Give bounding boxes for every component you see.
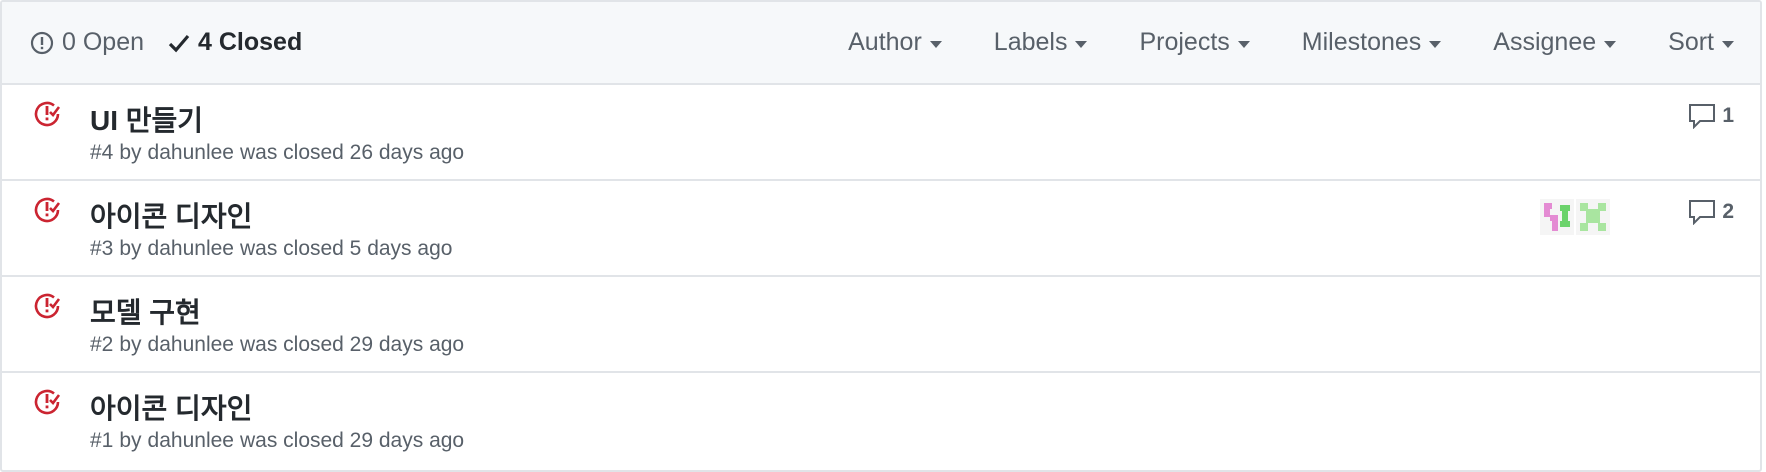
comment-count: 1: [1722, 104, 1734, 127]
issue-meta: #2 by dahunlee was closed 29 days ago: [90, 333, 470, 357]
issue-meta: #4 by dahunlee was closed 26 days ago: [90, 141, 470, 165]
issue-number: #3: [90, 237, 114, 260]
check-icon: [168, 34, 190, 52]
issue-closed-text: was closed 29 days ago: [239, 429, 465, 452]
issue-closed-text: was closed 29 days ago: [239, 333, 465, 356]
assignee-filter-label: Assignee: [1493, 28, 1597, 56]
issue-title-link[interactable]: 아이콘 디자인: [90, 387, 252, 427]
projects-filter[interactable]: Projects: [1139, 28, 1250, 57]
issues-list-header: 0 Open 4 Closed Author Labels Projects M…: [2, 2, 1760, 85]
author-filter-label: Author: [848, 28, 922, 56]
issue-number: #4: [90, 141, 114, 164]
issue-closed-text: was closed 5 days ago: [239, 237, 453, 260]
closed-count-label: 4 Closed: [198, 28, 303, 56]
issue-closed-text: was closed 26 days ago: [239, 141, 465, 164]
state-toggle-group: 0 Open 4 Closed: [30, 28, 302, 57]
issue-meta: #1 by dahunlee was closed 29 days ago: [90, 429, 470, 453]
sort-filter[interactable]: Sort: [1668, 28, 1734, 57]
issue-row[interactable]: 아이콘 디자인 #1 by dahunlee was closed 29 days a…: [2, 373, 1760, 469]
issue-row[interactable]: UI 만들기 #4 by dahunlee was closed 26 days ag…: [2, 85, 1760, 181]
issue-row[interactable]: 모델 구현 #2 by dahunlee was closed 29 days ago: [2, 277, 1760, 373]
issue-author-link[interactable]: dahunlee: [148, 237, 234, 260]
caret-down-icon: [929, 40, 942, 48]
filter-bar: Author Labels Projects Milestones Assign…: [848, 28, 1734, 57]
author-filter[interactable]: Author: [848, 28, 942, 57]
issue-title-link[interactable]: 모델 구현: [90, 291, 201, 331]
issue-closed-icon: [34, 389, 61, 415]
issue-by-text: by: [119, 333, 142, 356]
sort-filter-label: Sort: [1668, 28, 1714, 56]
issue-row[interactable]: 아이콘 디자인 #3 by dahunlee was closed 5 days ag…: [2, 181, 1760, 277]
caret-down-icon: [1237, 40, 1250, 48]
issue-closed-icon: [34, 293, 61, 319]
milestones-filter-label: Milestones: [1301, 28, 1422, 56]
issue-comments-link[interactable]: 2: [1688, 199, 1734, 225]
closed-issues-tab[interactable]: 4 Closed: [168, 28, 302, 57]
milestones-filter[interactable]: Milestones: [1302, 28, 1442, 57]
issue-title-link[interactable]: 아이콘 디자인: [90, 195, 252, 235]
assignee-filter[interactable]: Assignee: [1493, 28, 1617, 57]
issue-comments-link[interactable]: 1: [1688, 103, 1734, 129]
issue-closed-icon: [34, 197, 61, 223]
open-issues-tab[interactable]: 0 Open: [30, 28, 144, 57]
caret-down-icon: [1075, 40, 1088, 48]
issue-opened-icon: [30, 31, 54, 54]
issue-closed-icon: [34, 101, 61, 127]
issue-author-link[interactable]: dahunlee: [148, 141, 234, 164]
open-count-label: 0 Open: [62, 28, 145, 56]
issue-number: #1: [90, 429, 114, 452]
comment-count: 2: [1722, 200, 1734, 223]
issue-title-link[interactable]: UI 만들기: [90, 99, 203, 139]
caret-down-icon: [1722, 40, 1734, 48]
issue-author-link[interactable]: dahunlee: [148, 429, 234, 452]
issue-by-text: by: [119, 429, 142, 452]
caret-down-icon: [1429, 40, 1442, 48]
issues-list-container: 0 Open 4 Closed Author Labels Projects M…: [0, 0, 1762, 472]
issue-meta: #3 by dahunlee was closed 5 days ago: [90, 237, 458, 261]
caret-down-icon: [1604, 40, 1617, 48]
labels-filter-label: Labels: [993, 28, 1068, 56]
issue-author-link[interactable]: dahunlee: [148, 333, 234, 356]
labels-filter[interactable]: Labels: [994, 28, 1088, 57]
projects-filter-label: Projects: [1139, 28, 1230, 56]
issue-by-text: by: [119, 141, 142, 164]
assignee-avatars[interactable]: [1540, 199, 1610, 235]
comment-icon: [1689, 200, 1716, 225]
issue-number: #2: [90, 333, 114, 356]
comment-icon: [1689, 104, 1716, 129]
issue-by-text: by: [119, 237, 142, 260]
